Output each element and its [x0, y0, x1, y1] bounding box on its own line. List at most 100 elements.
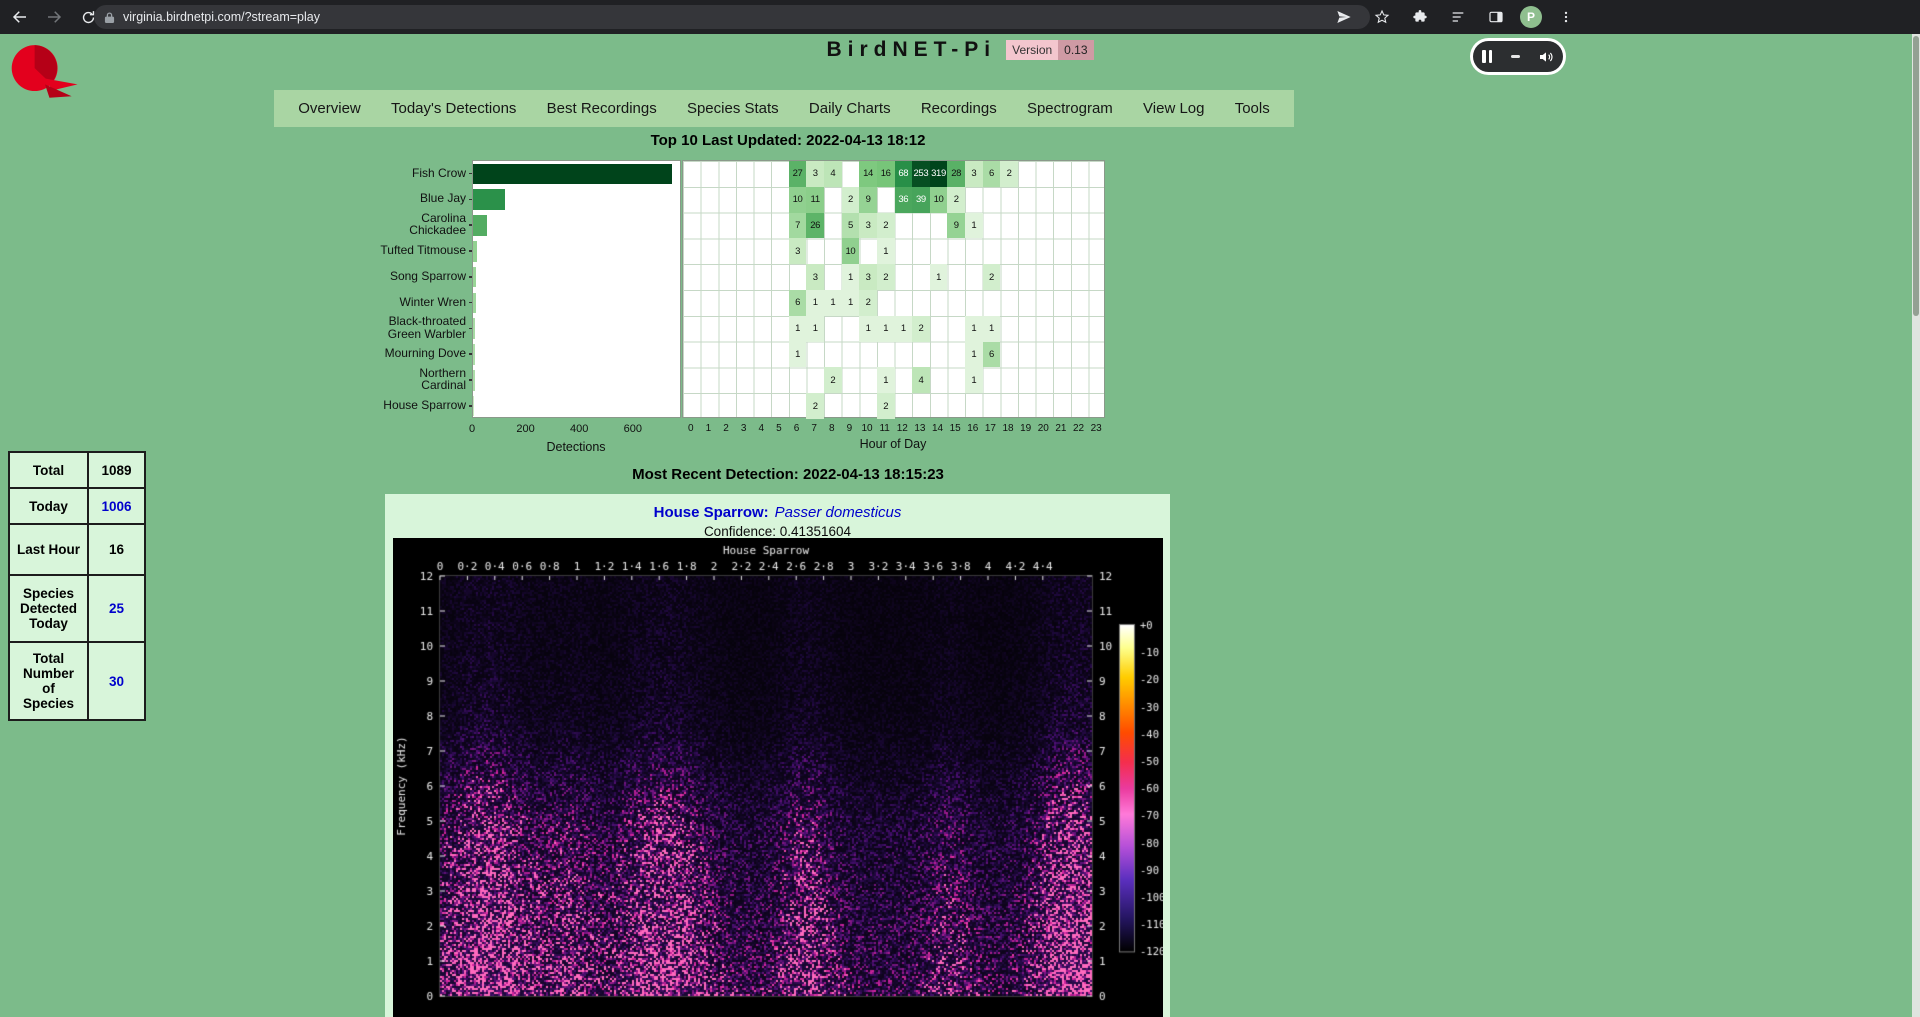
- live-stream-player[interactable]: [1470, 38, 1566, 75]
- detection-scientific-name[interactable]: Passer domesticus: [775, 504, 902, 521]
- star-icon: [1374, 9, 1390, 25]
- page-scrollbar: [1912, 34, 1920, 1017]
- heatmap-cell: 6: [789, 290, 807, 316]
- hour-tick: 23: [1091, 423, 1102, 434]
- hour-tick: 20: [1038, 423, 1049, 434]
- hour-tick: 9: [847, 423, 853, 434]
- detection-common-name[interactable]: House Sparrow:: [654, 504, 769, 521]
- bar: [473, 189, 505, 210]
- hourly-heatmap: 2734141668253319283621011293639102726532…: [682, 160, 1105, 418]
- heatmap-cell: 3: [789, 238, 807, 264]
- heatmap-cell: 1: [930, 264, 948, 290]
- heatmap-cell: 2: [877, 213, 895, 239]
- heatmap-cell: 1: [842, 290, 860, 316]
- spectrogram-canvas: [393, 538, 1163, 1017]
- puzzle-icon: [1412, 9, 1428, 25]
- heatmap-cell: 1: [965, 316, 983, 342]
- nav-item-spectrogram[interactable]: Spectrogram: [1021, 100, 1119, 117]
- heatmap-cell: 3: [965, 161, 983, 187]
- forward-button[interactable]: [40, 3, 68, 31]
- nav-item-today-s-detections[interactable]: Today's Detections: [385, 100, 522, 117]
- heatmap-cell: 6: [983, 161, 1001, 187]
- stats-table-body: Total1089Today1006Last Hour16Species Det…: [9, 452, 145, 720]
- send-icon: [1336, 9, 1352, 25]
- nav-item-best-recordings[interactable]: Best Recordings: [541, 100, 663, 117]
- heatmap-cell: 1: [965, 213, 983, 239]
- page-header: BirdNET-Pi Version 0.13: [0, 38, 1920, 62]
- hour-tick: 4: [759, 423, 765, 434]
- hour-tick: 21: [1055, 423, 1066, 434]
- heatmap-cell: 7: [789, 213, 807, 239]
- heatmap-cell: 11: [806, 187, 824, 213]
- browser-menu-button[interactable]: [1552, 3, 1580, 31]
- stats-row-today: Today1006: [9, 488, 145, 524]
- hour-tick: 17: [985, 423, 996, 434]
- nav-item-recordings[interactable]: Recordings: [915, 100, 1003, 117]
- nav-item-species-stats[interactable]: Species Stats: [681, 100, 785, 117]
- stats-row-species-detected-today: Species Detected Today25: [9, 575, 145, 642]
- hour-tick: 6: [794, 423, 800, 434]
- hour-tick: 1: [706, 423, 712, 434]
- hour-tick: 22: [1073, 423, 1084, 434]
- send-button[interactable]: [1330, 3, 1358, 31]
- stat-value[interactable]: 1006: [88, 488, 145, 524]
- heatmap-cell: 6: [983, 342, 1001, 368]
- heatmap-cell: 1: [789, 316, 807, 342]
- nav-item-overview[interactable]: Overview: [292, 100, 367, 117]
- heatmap-cell: 1: [877, 367, 895, 393]
- species-label: Fish Crow: [340, 160, 468, 186]
- heatmap-cell: 68: [895, 161, 913, 187]
- hour-tick: 2: [723, 423, 729, 434]
- heatmap-cell: 3: [806, 161, 824, 187]
- species-label: Blue Jay: [340, 186, 468, 212]
- heatmap-cell: 16: [877, 161, 895, 187]
- address-bar[interactable]: virginia.birdnetpi.com/?stream=play: [94, 5, 1370, 29]
- volume-icon[interactable]: [1538, 49, 1554, 65]
- stat-label: Today: [9, 488, 88, 524]
- heatmap-cell: 9: [859, 187, 877, 213]
- nav-item-tools[interactable]: Tools: [1229, 100, 1276, 117]
- species-label: Winter Wren: [340, 289, 468, 315]
- reading-list-button[interactable]: [1444, 3, 1472, 31]
- heatmap-cell: 3: [859, 264, 877, 290]
- bookmark-button[interactable]: [1368, 3, 1396, 31]
- heatmap-cell: 1: [877, 316, 895, 342]
- stat-value[interactable]: 30: [88, 642, 145, 720]
- stat-label: Total: [9, 452, 88, 488]
- heatmap-cell: 253: [912, 161, 930, 187]
- heatmap-cell: 1: [859, 316, 877, 342]
- nav-bar: Overview Today's Detections Best Recording…: [274, 90, 1294, 127]
- species-label: Northern Cardinal: [340, 366, 468, 392]
- species-label: Carolina Chickadee: [340, 212, 468, 238]
- scrollbar-thumb[interactable]: [1913, 36, 1919, 316]
- heatmap-cell: 5: [842, 213, 860, 239]
- heatmap-cell: 1: [806, 290, 824, 316]
- browser-actions: P: [1330, 0, 1580, 34]
- hour-tick: 13: [914, 423, 925, 434]
- forward-arrow-icon: [45, 8, 63, 26]
- side-panel-button[interactable]: [1482, 3, 1510, 31]
- heatmap-cell: 28: [947, 161, 965, 187]
- nav-item-daily-charts[interactable]: Daily Charts: [803, 100, 897, 117]
- version-value: 0.13: [1058, 40, 1093, 60]
- back-arrow-icon: [11, 8, 29, 26]
- kebab-menu-icon: [1559, 9, 1573, 25]
- heatmap-cell: 3: [806, 264, 824, 290]
- browser-toolbar: virginia.birdnetpi.com/?stream=play P: [0, 0, 1920, 34]
- list-icon: [1450, 9, 1466, 25]
- heatmap-cell: 1: [877, 238, 895, 264]
- back-button[interactable]: [6, 3, 34, 31]
- url-text: virginia.birdnetpi.com/?stream=play: [123, 10, 320, 24]
- hour-tick: 8: [829, 423, 835, 434]
- seek-handle[interactable]: [1511, 55, 1520, 58]
- bar: [473, 215, 487, 236]
- bar-labels: Fish CrowBlue JayCarolina ChickadeeTufte…: [340, 160, 468, 418]
- extensions-button[interactable]: [1406, 3, 1434, 31]
- pause-icon[interactable]: [1482, 50, 1492, 63]
- profile-avatar[interactable]: P: [1520, 6, 1542, 28]
- hour-tick: 14: [932, 423, 943, 434]
- nav-item-view-log[interactable]: View Log: [1137, 100, 1210, 117]
- hour-tick: 15: [950, 423, 961, 434]
- bar: [473, 293, 476, 314]
- stat-value[interactable]: 25: [88, 575, 145, 642]
